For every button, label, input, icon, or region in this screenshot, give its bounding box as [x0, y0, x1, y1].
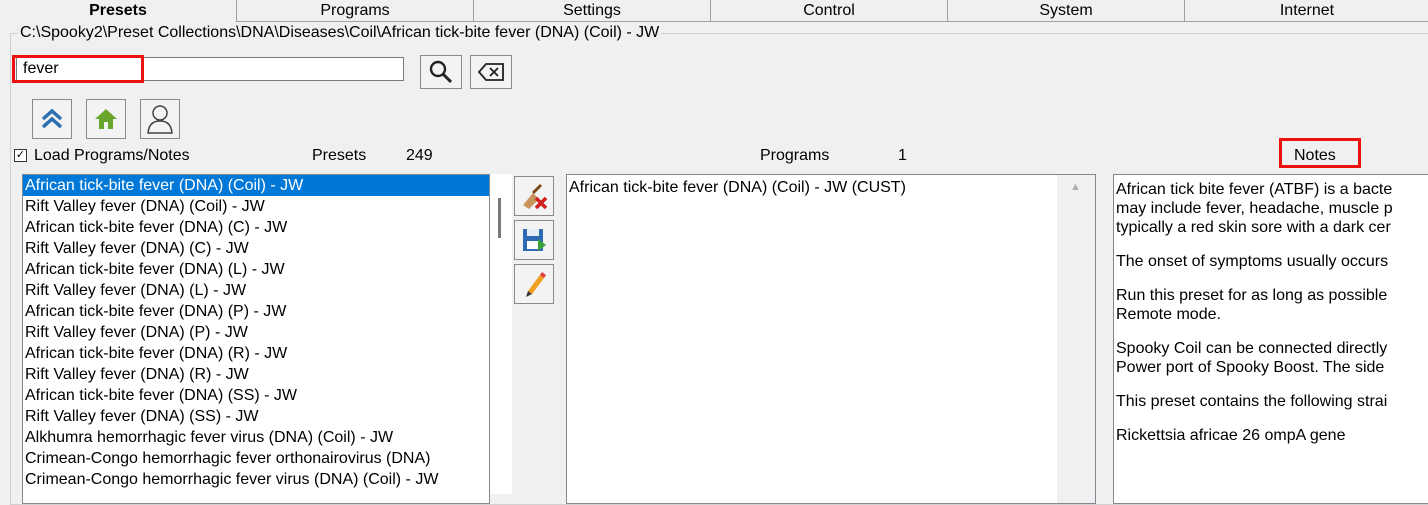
search-button[interactable]: [420, 55, 462, 89]
presets-label: Presets: [312, 147, 367, 164]
programs-count: 1: [898, 147, 907, 164]
notes-panel[interactable]: African tick bite fever (ATBF) is a bact…: [1113, 174, 1428, 504]
preset-list-item[interactable]: African tick-bite fever (DNA) (P) - JW: [23, 301, 489, 322]
preset-list-item[interactable]: African tick-bite fever (DNA) (SS) - JW: [23, 385, 489, 406]
notes-paragraph: African tick bite fever (ATBF) is a bact…: [1116, 181, 1393, 236]
notes-paragraph: Rickettsia africae 26 ompA gene: [1116, 427, 1346, 444]
preset-list-item[interactable]: Rift Valley fever (DNA) (SS) - JW: [23, 406, 489, 427]
clear-icon: [477, 63, 504, 81]
preset-list-item[interactable]: African tick-bite fever (DNA) (R) - JW: [23, 343, 489, 364]
notes-paragraph: Run this preset for as long as possible R…: [1116, 287, 1388, 323]
preset-list-item[interactable]: Rift Valley fever (DNA) (R) - JW: [23, 364, 489, 385]
preset-list-item[interactable]: African tick-bite fever (DNA) (Coil) - J…: [23, 175, 489, 196]
program-item[interactable]: African tick-bite fever (DNA) (Coil) - J…: [569, 178, 906, 197]
user-icon: [147, 105, 173, 134]
double-chevron-up-icon: [41, 108, 63, 129]
tab-settings[interactable]: Settings: [474, 0, 711, 22]
tab-programs[interactable]: Programs: [237, 0, 474, 22]
notes-paragraph: This preset contains the following strai: [1116, 393, 1388, 410]
preset-path: C:\Spooky2\Preset Collections\DNA\Diseas…: [18, 24, 662, 42]
load-programs-checkbox[interactable]: ✓: [14, 149, 27, 162]
tab-control[interactable]: Control: [711, 0, 948, 22]
user-presets-button[interactable]: [140, 99, 180, 139]
home-button[interactable]: [86, 99, 126, 139]
tab-system[interactable]: System: [948, 0, 1185, 22]
preset-list-item[interactable]: Rift Valley fever (DNA) (Coil) - JW: [23, 196, 489, 217]
parent-folder-button[interactable]: [32, 99, 72, 139]
preset-list-item[interactable]: Crimean-Congo hemorrhagic fever orthonai…: [23, 448, 489, 469]
presets-count: 249: [406, 147, 433, 164]
edit-preset-button[interactable]: [514, 264, 554, 304]
presets-scrollbar[interactable]: [490, 174, 512, 494]
preset-list-item[interactable]: Alkhumra hemorrhagic fever virus (DNA) (…: [23, 427, 489, 448]
programs-scrollbar[interactable]: [1057, 175, 1095, 503]
edit-pencil-icon: [526, 272, 546, 297]
save-preset-button[interactable]: [514, 220, 554, 260]
search-icon: [429, 60, 453, 84]
preset-list-item[interactable]: Rift Valley fever (DNA) (P) - JW: [23, 322, 489, 343]
tab-bar: Presets Programs Settings Control System…: [0, 0, 1428, 22]
programs-label: Programs: [760, 147, 830, 164]
home-icon: [95, 109, 117, 129]
clear-search-button[interactable]: [470, 55, 512, 89]
search-highlight: [12, 55, 144, 83]
preset-list-item[interactable]: Crimean-Congo hemorrhagic fever virus (D…: [23, 469, 489, 490]
notes-paragraph: The onset of symptoms usually occurs: [1116, 253, 1389, 270]
tab-presets[interactable]: Presets: [0, 0, 237, 22]
notes-paragraph: Spooky Coil can be connected directly Pow…: [1116, 340, 1388, 376]
delete-preset-button[interactable]: [514, 176, 554, 216]
preset-list-item[interactable]: Rift Valley fever (DNA) (L) - JW: [23, 280, 489, 301]
presets-scrollbar-thumb[interactable]: [498, 198, 501, 238]
load-programs-label: Load Programs/Notes: [34, 147, 190, 164]
preset-list-item[interactable]: Rift Valley fever (DNA) (C) - JW: [23, 238, 489, 259]
preset-list-item[interactable]: African tick-bite fever (DNA) (L) - JW: [23, 259, 489, 280]
notes-highlight: [1279, 138, 1361, 168]
presets-list[interactable]: African tick-bite fever (DNA) (Coil) - J…: [22, 174, 490, 504]
preset-list-item[interactable]: African tick-bite fever (DNA) (C) - JW: [23, 217, 489, 238]
scroll-up-arrow-icon[interactable]: ▲: [1070, 181, 1081, 193]
tab-internet[interactable]: Internet: [1185, 0, 1428, 22]
save-icon: [523, 229, 546, 251]
programs-list[interactable]: African tick-bite fever (DNA) (Coil) - J…: [566, 174, 1096, 504]
erase-icon: [523, 183, 548, 210]
